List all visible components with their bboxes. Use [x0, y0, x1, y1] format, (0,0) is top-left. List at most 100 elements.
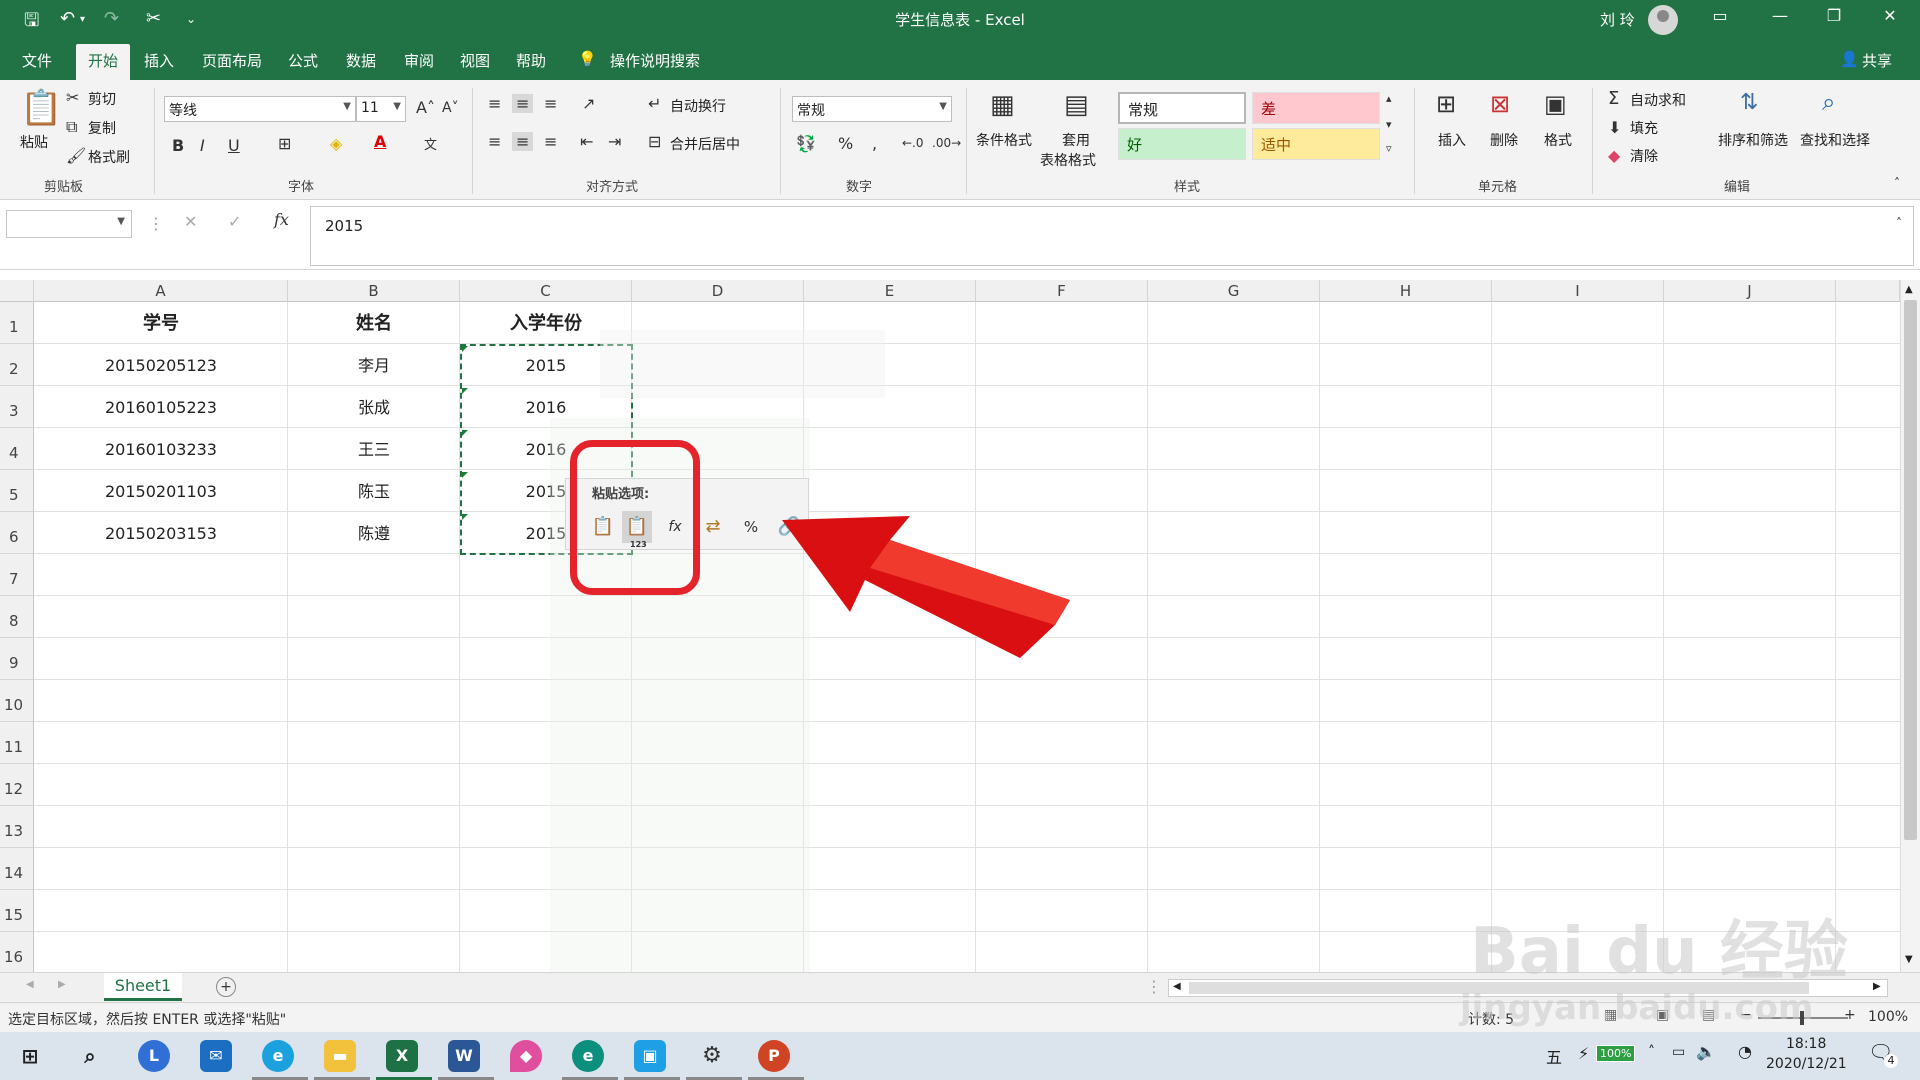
lenovo-icon[interactable]: L [138, 1040, 170, 1072]
cut-button[interactable]: 剪切 [88, 89, 116, 109]
row-header[interactable]: 9 [0, 638, 34, 680]
table-format-icon[interactable]: ▤ [1064, 90, 1089, 120]
format-as-table-line2[interactable]: 表格格式 [1040, 150, 1096, 170]
cancel-entry-icon[interactable]: ✕ [184, 212, 197, 231]
font-color-icon[interactable]: A [374, 132, 386, 151]
row-header[interactable]: 11 [0, 722, 34, 764]
column-header[interactable]: F [976, 280, 1148, 302]
shrink-font-icon[interactable]: A˅ [442, 100, 459, 116]
paste-formatting-icon[interactable]: % [736, 511, 766, 543]
paste-transpose-icon[interactable]: ⇄ [698, 511, 728, 543]
border-icon[interactable]: ⊞ [278, 134, 291, 153]
eraser-icon[interactable]: ◆ [1608, 146, 1620, 165]
column-header[interactable]: D [632, 280, 804, 302]
orientation-icon[interactable]: ↗ [582, 94, 595, 113]
row-header[interactable]: 12 [0, 764, 34, 806]
row-header[interactable]: 16 [0, 932, 34, 972]
scroll-thumb[interactable] [1904, 300, 1917, 840]
close-icon[interactable]: ✕ [1870, 6, 1910, 34]
tab-file[interactable]: 文件 [22, 50, 52, 71]
tab-formulas[interactable]: 公式 [288, 50, 318, 71]
bold-icon[interactable]: B [172, 136, 184, 155]
scroll-right-icon[interactable]: ▶ [1873, 981, 1881, 992]
paste-button[interactable]: 粘贴 [20, 132, 48, 152]
clear-button[interactable]: 清除 [1630, 146, 1658, 166]
clock-date[interactable]: 2020/12/21 [1766, 1056, 1847, 1072]
row-header[interactable]: 4 [0, 428, 34, 470]
battery-level[interactable]: 100% [1596, 1045, 1636, 1062]
fill-color-icon[interactable]: ◈ [330, 134, 342, 153]
row-header[interactable]: 8 [0, 596, 34, 638]
name-box[interactable]: ▼ [6, 210, 132, 238]
battery-icon[interactable]: ▭ [1672, 1044, 1685, 1060]
merge-center-button[interactable]: 合并后居中 [670, 134, 740, 154]
sheet-tab[interactable]: Sheet1 [104, 973, 182, 1001]
powerpoint-icon[interactable]: P [758, 1040, 790, 1072]
number-format-combo[interactable]: 常规 ▼ [792, 96, 952, 122]
style-normal[interactable]: 常规 [1118, 92, 1246, 124]
sort-filter-icon[interactable]: ⇅ [1740, 90, 1758, 115]
row-header[interactable]: 1 [0, 302, 34, 344]
column-header[interactable]: I [1492, 280, 1664, 302]
vertical-scrollbar-track[interactable]: ▲ ▼ [1900, 280, 1920, 972]
row-header[interactable]: 14 [0, 848, 34, 890]
font-size-combo[interactable]: 11 ▼ [356, 96, 406, 122]
zoom-level[interactable]: 100% [1868, 1009, 1908, 1025]
row-header[interactable]: 6 [0, 512, 34, 554]
column-header[interactable]: C [460, 280, 632, 302]
tab-data[interactable]: 数据 [346, 50, 376, 71]
clipboard-paste-icon[interactable]: 📋 [20, 88, 62, 128]
row-header[interactable]: 3 [0, 386, 34, 428]
format-painter-icon[interactable]: 🖌 [66, 146, 86, 165]
currency-icon[interactable]: 💱 [796, 134, 816, 153]
table-cell[interactable]: 陈遵 [288, 512, 460, 554]
share-button[interactable]: 共享 [1862, 50, 1892, 71]
align-bottom-icon[interactable]: ≡ [544, 94, 557, 113]
tab-review[interactable]: 审阅 [404, 50, 434, 71]
align-left-icon[interactable]: ≡ [488, 132, 501, 151]
autosum-icon[interactable]: Σ [1608, 88, 1619, 109]
align-right-icon[interactable]: ≡ [544, 132, 557, 151]
add-sheet-icon[interactable]: + [216, 977, 236, 997]
word-icon[interactable]: W [448, 1040, 480, 1072]
table-cell[interactable]: 王三 [288, 428, 460, 470]
collapse-ribbon-icon[interactable]: ˄ [1894, 176, 1900, 190]
excel-icon[interactable]: X [386, 1040, 418, 1072]
formula-input[interactable]: 2015 [310, 206, 1914, 266]
row-header[interactable]: 10 [0, 680, 34, 722]
find-select-button[interactable]: 查找和选择 [1800, 130, 1870, 150]
restore-icon[interactable]: ❐ [1814, 6, 1854, 34]
align-top-icon[interactable]: ≡ [488, 94, 501, 113]
decrease-decimal-icon[interactable]: .00→ [932, 136, 961, 150]
table-cell[interactable]: 李月 [288, 344, 460, 386]
table-cell[interactable]: 20150201103 [34, 470, 288, 512]
table-cell[interactable]: 陈玉 [288, 470, 460, 512]
format-cells-icon[interactable]: ▣ [1544, 90, 1567, 118]
align-middle-icon[interactable]: ≡ [512, 94, 534, 113]
zoom-in-icon[interactable]: + [1844, 1007, 1856, 1023]
chevron-up-icon[interactable]: ˄ [1648, 1044, 1655, 1060]
align-center-icon[interactable]: ≡ [512, 132, 534, 151]
format-painter-button[interactable]: 格式刷 [88, 147, 130, 167]
search-icon[interactable]: ⌕ [74, 1040, 106, 1072]
browser-icon[interactable]: e [262, 1040, 294, 1072]
font-name-combo[interactable]: 等线 ▼ [164, 96, 356, 122]
confirm-entry-icon[interactable]: ✓ [228, 212, 241, 231]
italic-icon[interactable]: I [200, 136, 205, 155]
table-cell[interactable]: 20150203153 [34, 512, 288, 554]
column-header[interactable]: B [288, 280, 460, 302]
insert-cells-icon[interactable]: ⊞ [1436, 90, 1456, 118]
paint-icon[interactable]: ◆ [510, 1040, 542, 1072]
tab-home[interactable]: 开始 [76, 44, 131, 80]
mail-icon[interactable]: ✉ [200, 1040, 232, 1072]
scroll-up-icon[interactable]: ▲ [1905, 284, 1913, 295]
table-header-cell[interactable]: 姓名 [288, 302, 460, 344]
tab-insert[interactable]: 插入 [144, 50, 174, 71]
style-bad[interactable]: 差 [1252, 92, 1380, 124]
styles-scroll-up-icon[interactable]: ▴ [1386, 92, 1392, 105]
percent-icon[interactable]: % [838, 134, 853, 153]
sort-filter-button[interactable]: 排序和筛选 [1718, 130, 1788, 150]
table-cell[interactable]: 20150205123 [34, 344, 288, 386]
scroll-right-icon[interactable]: ▶ [58, 979, 66, 990]
scroll-left-icon[interactable]: ◀ [26, 979, 34, 990]
